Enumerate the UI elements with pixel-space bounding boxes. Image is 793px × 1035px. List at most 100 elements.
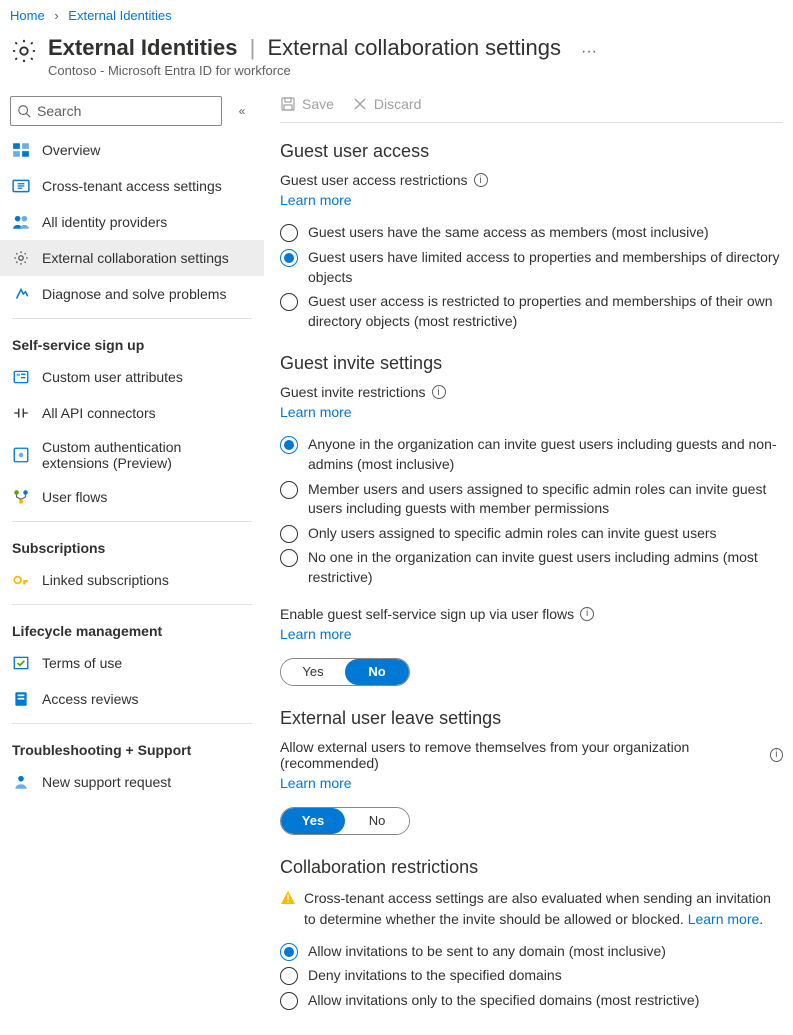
radio-collab-allow-only[interactable]: Allow invitations only to the specified … (280, 991, 783, 1011)
leave-label: Allow external users to remove themselve… (280, 739, 783, 771)
collab-warning: Cross-tenant access settings are also ev… (280, 888, 783, 930)
page-header: External Identities | External collabora… (0, 31, 793, 90)
sidebar: Search « Overview Cross-tenant access se… (0, 90, 264, 1035)
sidebar-item-terms-of-use[interactable]: Terms of use (0, 645, 264, 681)
info-icon[interactable]: i (432, 385, 446, 399)
breadcrumb-external-identities[interactable]: External Identities (68, 8, 171, 23)
sidebar-item-label: Terms of use (42, 655, 122, 671)
radio-icon (280, 436, 298, 454)
guest-invite-learn-more[interactable]: Learn more (280, 404, 352, 420)
gear-icon (10, 37, 38, 65)
sidebar-item-overview[interactable]: Overview (0, 132, 264, 168)
sidebar-item-linked-subscriptions[interactable]: Linked subscriptions (0, 562, 264, 598)
search-placeholder: Search (37, 103, 81, 119)
nav-group-lifecycle: Lifecycle management (0, 611, 264, 645)
main-content: Save Discard Guest user access Guest use… (264, 90, 793, 1035)
toggle-yes[interactable]: Yes (281, 659, 345, 685)
divider (12, 723, 252, 724)
toggle-leave[interactable]: Yes No (280, 807, 410, 835)
sidebar-item-custom-auth[interactable]: Custom authentication extensions (Previe… (0, 431, 264, 479)
page-subtitle: Contoso - Microsoft Entra ID for workfor… (48, 63, 561, 78)
section-guest-invite-title: Guest invite settings (280, 353, 783, 374)
radio-invite-anyone[interactable]: Anyone in the organization can invite gu… (280, 435, 783, 474)
diagnose-icon (12, 285, 30, 303)
page-title-sub: External collaboration settings (267, 35, 561, 60)
radio-collab-allow-any[interactable]: Allow invitations to be sent to any doma… (280, 942, 783, 962)
save-button[interactable]: Save (280, 96, 334, 112)
nav-group-self-service: Self-service sign up (0, 325, 264, 359)
radio-guest-access-restricted[interactable]: Guest user access is restricted to prope… (280, 292, 783, 331)
radio-guest-access-limited[interactable]: Guest users have limited access to prope… (280, 248, 783, 287)
self-service-label: Enable guest self-service sign up via us… (280, 606, 783, 622)
access-reviews-icon (12, 690, 30, 708)
info-icon[interactable]: i (580, 607, 594, 621)
radio-icon (280, 293, 298, 311)
key-icon (12, 571, 30, 589)
sidebar-item-api-connectors[interactable]: All API connectors (0, 395, 264, 431)
sidebar-item-external-collaboration[interactable]: External collaboration settings (0, 240, 264, 276)
chevron-right-icon: › (54, 8, 58, 23)
radio-icon (280, 943, 298, 961)
sidebar-item-label: External collaboration settings (42, 250, 229, 266)
info-icon[interactable]: i (770, 748, 783, 762)
breadcrumb: Home › External Identities (0, 0, 793, 31)
sidebar-item-label: Access reviews (42, 691, 138, 707)
section-collab-title: Collaboration restrictions (280, 857, 783, 878)
sidebar-item-diagnose[interactable]: Diagnose and solve problems (0, 276, 264, 312)
nav-group-troubleshooting: Troubleshooting + Support (0, 730, 264, 764)
sidebar-item-label: All API connectors (42, 405, 156, 421)
sidebar-item-label: Linked subscriptions (42, 572, 169, 588)
save-icon (280, 96, 296, 112)
toggle-no[interactable]: No (345, 808, 409, 834)
sidebar-item-label: All identity providers (42, 214, 167, 230)
divider (12, 604, 252, 605)
leave-learn-more[interactable]: Learn more (280, 775, 352, 791)
guest-access-learn-more[interactable]: Learn more (280, 192, 352, 208)
radio-icon (280, 525, 298, 543)
more-button[interactable]: ··· (581, 43, 597, 61)
radio-collab-deny-domains[interactable]: Deny invitations to the specified domain… (280, 966, 783, 986)
radio-invite-no-one[interactable]: No one in the organization can invite gu… (280, 548, 783, 587)
warning-icon (280, 890, 296, 906)
page-title-main: External Identities (48, 35, 238, 60)
radio-invite-admins-only[interactable]: Only users assigned to specific admin ro… (280, 524, 783, 544)
divider (12, 318, 252, 319)
radio-icon (280, 992, 298, 1010)
sidebar-item-support-request[interactable]: New support request (0, 764, 264, 800)
sidebar-item-cross-tenant[interactable]: Cross-tenant access settings (0, 168, 264, 204)
search-icon (17, 104, 31, 118)
auth-extensions-icon (12, 446, 30, 464)
sidebar-item-custom-attributes[interactable]: Custom user attributes (0, 359, 264, 395)
sidebar-item-label: Overview (42, 142, 100, 158)
title-separator: | (250, 35, 256, 60)
radio-icon (280, 249, 298, 267)
radio-invite-members[interactable]: Member users and users assigned to speci… (280, 480, 783, 519)
radio-guest-access-inclusive[interactable]: Guest users have the same access as memb… (280, 223, 783, 243)
self-service-learn-more[interactable]: Learn more (280, 626, 352, 642)
gear-icon (12, 249, 30, 267)
sidebar-item-user-flows[interactable]: User flows (0, 479, 264, 515)
sidebar-item-identity-providers[interactable]: All identity providers (0, 204, 264, 240)
radio-icon (280, 549, 298, 567)
discard-button[interactable]: Discard (352, 96, 421, 112)
support-icon (12, 773, 30, 791)
discard-icon (352, 96, 368, 112)
sidebar-item-label: Custom authentication extensions (Previe… (42, 439, 252, 471)
sidebar-item-label: Cross-tenant access settings (42, 178, 222, 194)
collab-warning-learn-more[interactable]: Learn more (688, 911, 760, 927)
toggle-no[interactable]: No (345, 659, 409, 685)
collapse-sidebar-button[interactable]: « (230, 104, 254, 118)
cross-tenant-icon (12, 177, 30, 195)
user-flows-icon (12, 488, 30, 506)
radio-icon (280, 967, 298, 985)
radio-icon (280, 481, 298, 499)
sidebar-item-label: Custom user attributes (42, 369, 183, 385)
breadcrumb-home[interactable]: Home (10, 8, 45, 23)
radio-icon (280, 224, 298, 242)
toggle-yes[interactable]: Yes (281, 808, 345, 834)
sidebar-item-access-reviews[interactable]: Access reviews (0, 681, 264, 717)
toggle-self-service[interactable]: Yes No (280, 658, 410, 686)
divider (12, 521, 252, 522)
info-icon[interactable]: i (474, 173, 488, 187)
search-input[interactable]: Search (10, 96, 222, 126)
